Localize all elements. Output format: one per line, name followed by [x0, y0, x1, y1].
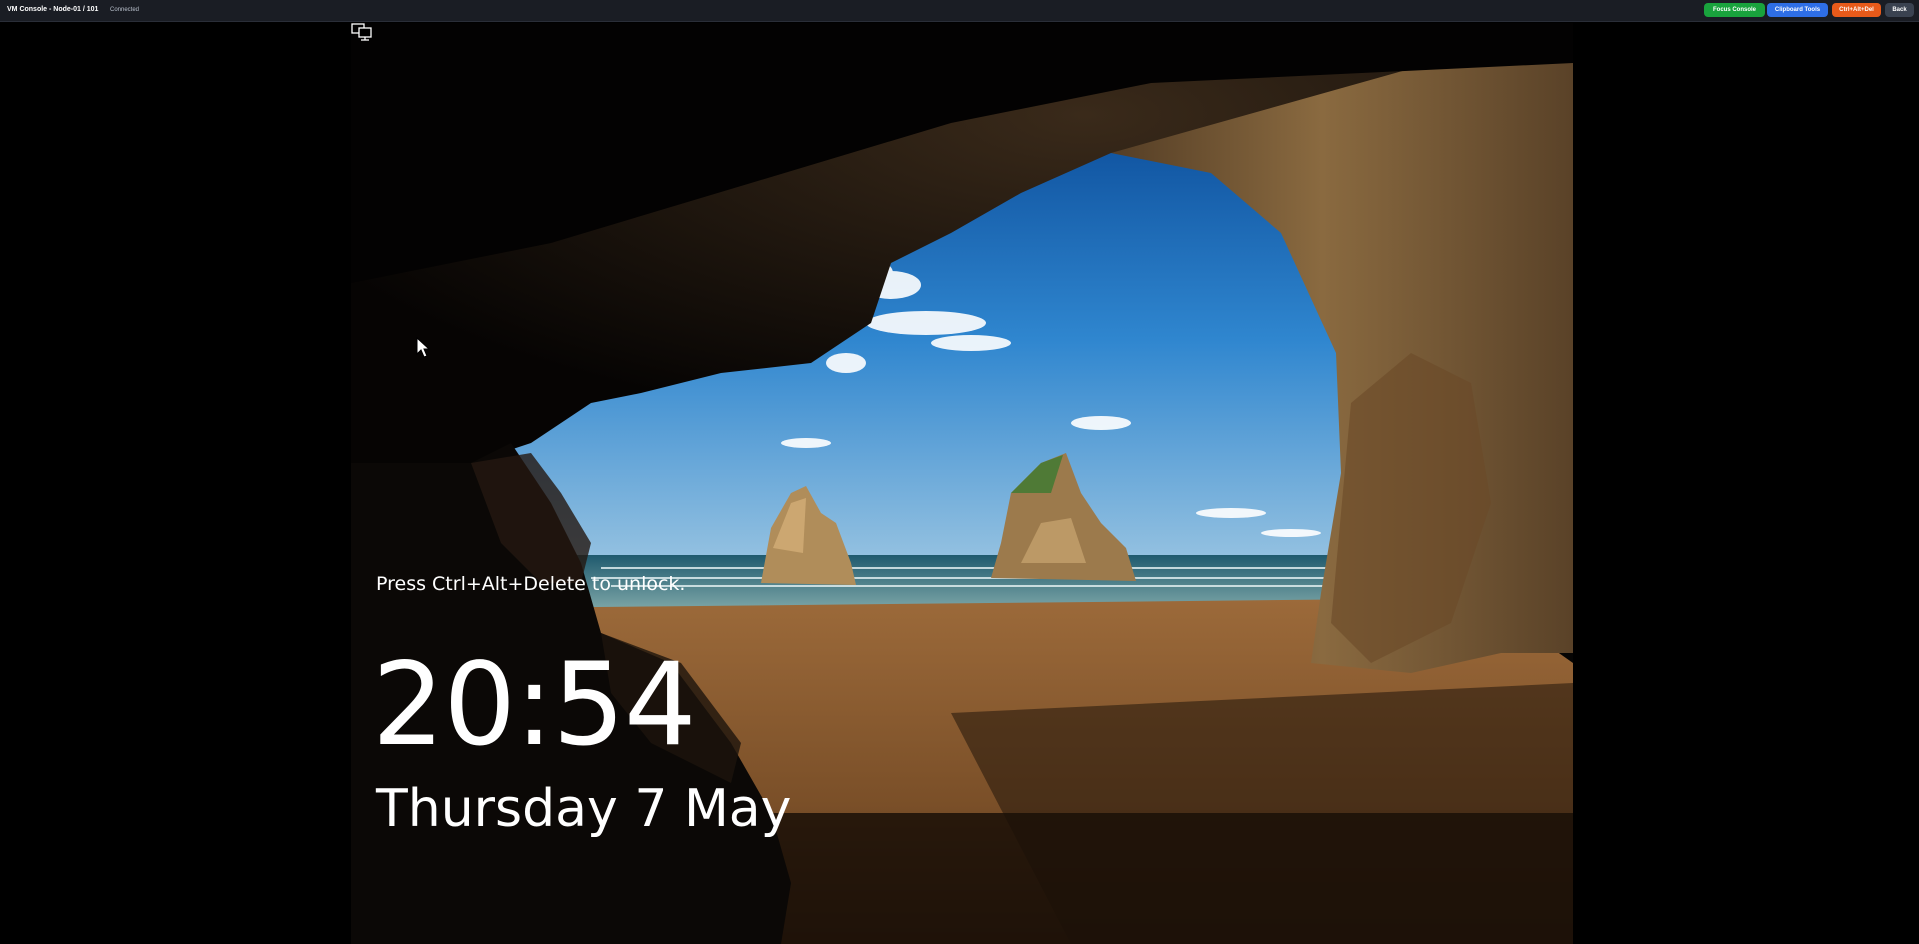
connection-status: Connected — [110, 7, 140, 13]
unlock-hint: Press Ctrl+Alt+Delete to unlock. — [376, 573, 686, 595]
console-toolbar: VM Console - Node-01 / 101 Connected Foc… — [0, 0, 1919, 22]
clipboard-tools-button[interactable]: Clipboard Tools — [1767, 3, 1828, 17]
focus-console-button[interactable]: Focus Console — [1704, 3, 1765, 17]
lockscreen-time: 20:54 — [372, 638, 697, 771]
console-viewport[interactable]: Press Ctrl+Alt+Delete to unlock. 20:54 T… — [0, 23, 1919, 944]
window-title: VM Console - Node-01 / 101 — [7, 6, 99, 13]
mouse-pointer-icon — [416, 337, 430, 358]
network-icon[interactable] — [351, 23, 373, 41]
vm-screen[interactable]: Press Ctrl+Alt+Delete to unlock. 20:54 T… — [351, 23, 1573, 944]
lockscreen-date: Thursday 7 May — [376, 779, 792, 839]
back-button[interactable]: Back — [1885, 3, 1914, 17]
ctrl-alt-del-button[interactable]: Ctrl+Alt+Del — [1832, 3, 1881, 17]
